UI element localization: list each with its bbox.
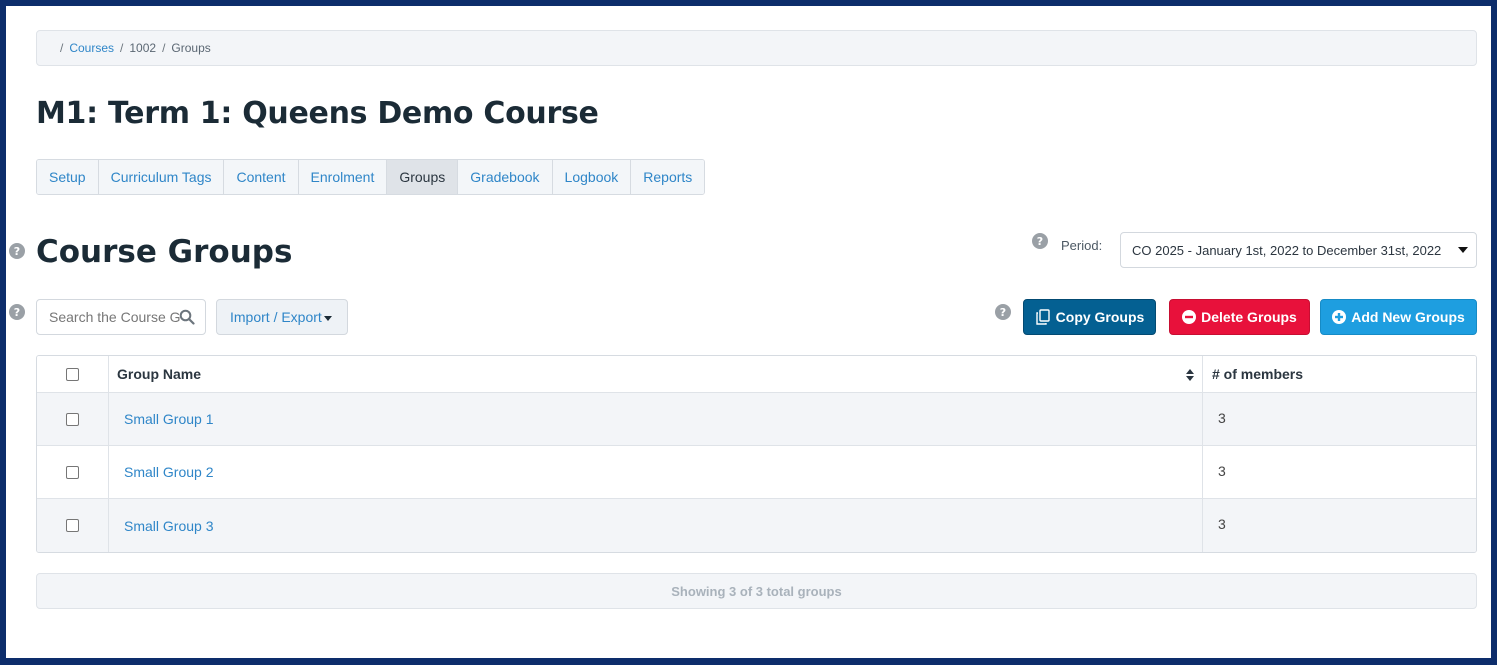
period-label: Period:	[1061, 238, 1103, 253]
caret-down-icon	[323, 315, 332, 321]
add-new-groups-label: Add New Groups	[1351, 309, 1465, 325]
members-header: # of members	[1203, 356, 1476, 392]
members-count: 3	[1218, 410, 1226, 426]
period-selected-value: CO 2025 - January 1st, 2022 to December …	[1132, 242, 1442, 258]
group-name-cell: Small Group 3	[109, 499, 1203, 552]
row-select-cell	[37, 499, 109, 552]
members-cell: 3	[1203, 446, 1476, 498]
course-tabs: Setup Curriculum Tags Content Enrolment …	[36, 159, 706, 195]
row-select-cell	[37, 393, 109, 445]
row-checkbox[interactable]	[66, 412, 79, 426]
search-box	[36, 299, 206, 335]
breadcrumb-courses-link[interactable]: Courses	[69, 41, 114, 55]
group-name-header-label: Group Name	[117, 366, 202, 382]
breadcrumb-separator: /	[162, 41, 166, 55]
table-row: Small Group 2 3	[37, 446, 1476, 499]
delete-groups-button[interactable]: Delete Groups	[1169, 299, 1310, 335]
copy-groups-button[interactable]: Copy Groups	[1023, 299, 1156, 335]
plus-circle-icon	[1332, 310, 1347, 324]
tab-content[interactable]: Content	[224, 160, 299, 194]
select-all-cell	[37, 356, 109, 392]
tab-groups[interactable]: Groups	[387, 160, 459, 194]
select-all-checkbox[interactable]	[66, 367, 79, 381]
breadcrumb-current: Groups	[171, 41, 211, 55]
group-name-link[interactable]: Small Group 1	[124, 411, 213, 427]
actions-help-icon[interactable]: ?	[995, 304, 1011, 320]
import-export-dropdown[interactable]: Import / Export	[216, 299, 348, 335]
group-name-header[interactable]: Group Name	[109, 356, 1203, 392]
row-select-cell	[37, 446, 109, 498]
row-checkbox[interactable]	[66, 519, 79, 532]
search-input[interactable]	[47, 308, 182, 326]
tab-setup[interactable]: Setup	[37, 160, 99, 194]
app-frame: / Courses / 1002 / Groups M1: Term 1: Qu…	[0, 0, 1497, 665]
table-row: Small Group 3 3	[37, 499, 1476, 552]
group-name-link[interactable]: Small Group 2	[124, 464, 213, 480]
copy-groups-label: Copy Groups	[1055, 309, 1145, 325]
import-export-label: Import / Export	[230, 309, 322, 325]
group-name-cell: Small Group 1	[109, 393, 1203, 445]
tab-gradebook[interactable]: Gradebook	[458, 160, 553, 194]
groups-table: Group Name # of members Small Group 1 3	[36, 355, 1477, 553]
group-name-cell: Small Group 2	[109, 446, 1203, 498]
breadcrumb-course-id: 1002	[129, 41, 157, 55]
breadcrumb-separator: /	[60, 41, 64, 55]
members-cell: 3	[1203, 499, 1476, 552]
add-new-groups-button[interactable]: Add New Groups	[1320, 299, 1477, 335]
members-cell: 3	[1203, 393, 1476, 445]
group-name-link[interactable]: Small Group 3	[124, 518, 213, 534]
table-header-row: Group Name # of members	[37, 356, 1476, 393]
table-footer: Showing 3 of 3 total groups	[36, 573, 1477, 609]
search-help-icon[interactable]: ?	[9, 304, 25, 320]
chevron-down-icon	[1458, 247, 1468, 253]
search-icon[interactable]	[179, 309, 195, 325]
row-checkbox[interactable]	[66, 465, 79, 479]
members-count: 3	[1218, 463, 1226, 479]
tab-curriculum-tags[interactable]: Curriculum Tags	[98, 160, 225, 194]
section-help-icon[interactable]: ?	[9, 243, 25, 259]
page-title: M1: Term 1: Queens Demo Course	[36, 96, 599, 131]
delete-groups-label: Delete Groups	[1201, 309, 1297, 325]
tab-enrolment[interactable]: Enrolment	[298, 160, 388, 194]
results-summary: Showing 3 of 3 total groups	[671, 583, 842, 599]
copy-icon	[1035, 309, 1050, 325]
table-row: Small Group 1 3	[37, 393, 1476, 446]
period-help-icon[interactable]: ?	[1032, 233, 1048, 249]
tab-logbook[interactable]: Logbook	[552, 160, 632, 194]
sort-icon[interactable]	[1186, 369, 1194, 381]
members-header-label: # of members	[1212, 366, 1304, 382]
breadcrumb: / Courses / 1002 / Groups	[36, 30, 1477, 66]
breadcrumb-separator: /	[120, 41, 124, 55]
tab-reports[interactable]: Reports	[631, 160, 705, 194]
members-count: 3	[1218, 516, 1226, 532]
section-title: Course Groups	[36, 234, 293, 270]
period-select[interactable]: CO 2025 - January 1st, 2022 to December …	[1120, 232, 1477, 268]
minus-circle-icon	[1182, 310, 1197, 324]
